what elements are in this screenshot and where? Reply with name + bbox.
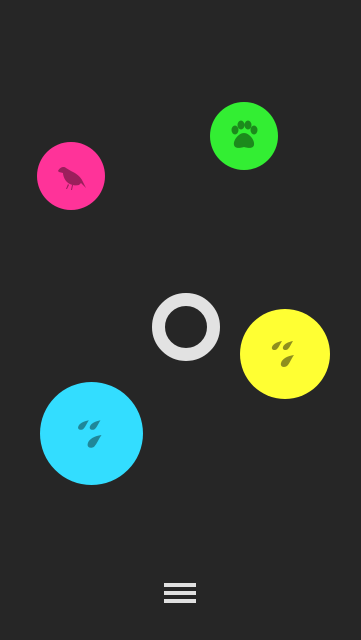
rain-sound-button-yellow[interactable] (240, 309, 330, 399)
center-ring-button[interactable] (152, 293, 220, 361)
paw-icon (227, 120, 261, 152)
menu-button[interactable] (160, 580, 200, 610)
raindrops-icon (74, 416, 110, 452)
bird-sound-button[interactable] (37, 142, 105, 210)
raindrops-icon (268, 337, 302, 371)
hamburger-menu-icon (163, 582, 197, 608)
bird-icon (54, 161, 88, 191)
rain-sound-button-cyan[interactable] (40, 382, 143, 485)
paw-sound-button[interactable] (210, 102, 278, 170)
app-screen (0, 0, 361, 640)
